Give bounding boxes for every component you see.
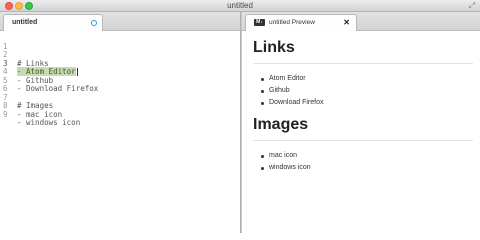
preview-list: Atom Editor Github Download Firefox xyxy=(253,73,473,109)
preview-tab-bar: M↓ untitled Preview ✕ xyxy=(242,12,480,31)
preview-pane: M↓ untitled Preview ✕ Links Atom Editor … xyxy=(242,12,480,233)
list-item: mac icon xyxy=(261,150,473,162)
editor-pane: untitled 1 2 # Links 3 - Atom Editor 4 -… xyxy=(0,12,240,233)
line-number: 9 xyxy=(3,109,8,119)
preview-heading: Images xyxy=(253,116,473,141)
markdown-icon: M↓ xyxy=(254,19,265,26)
preview-heading: Links xyxy=(253,39,473,64)
code-line: 2 # Links xyxy=(0,43,240,67)
list-item: Atom Editor xyxy=(261,73,473,85)
tab-untitled-preview[interactable]: M↓ untitled Preview ✕ xyxy=(245,14,357,31)
code-line: 6 xyxy=(0,77,240,92)
code-line: 8 - mac icon xyxy=(0,94,240,118)
modified-indicator-icon[interactable] xyxy=(91,20,97,26)
list-item: Download Firefox xyxy=(261,97,473,109)
code-line-current: 3 - Atom Editor xyxy=(0,51,240,76)
tab-title: untitled xyxy=(12,19,38,26)
fullscreen-icon[interactable]: ⤢ xyxy=(468,2,476,10)
title-bar: untitled ⤢ xyxy=(0,0,480,12)
list-item: Github xyxy=(261,85,473,97)
code-line: 1 xyxy=(0,34,240,50)
line-text: - windows icon xyxy=(17,118,81,127)
tab-title: untitled Preview xyxy=(269,19,315,26)
code-line: 7 # Images xyxy=(0,85,240,110)
close-tab-icon[interactable]: ✕ xyxy=(343,18,350,27)
preview-list: mac icon windows icon xyxy=(253,150,473,174)
code-editor[interactable]: 1 2 # Links 3 - Atom Editor 4 - Github 5… xyxy=(0,34,240,127)
code-line: 5 - Download Firefox xyxy=(0,68,240,93)
window-title: untitled xyxy=(227,1,253,10)
list-item: windows icon xyxy=(261,162,473,174)
editor-tab-bar: untitled xyxy=(0,12,240,31)
tab-untitled[interactable]: untitled xyxy=(3,14,103,31)
code-line: 4 - Github xyxy=(0,60,240,84)
code-line: 9 - windows icon xyxy=(0,102,240,127)
markdown-preview: Links Atom Editor Github Download Firefo… xyxy=(253,39,473,174)
